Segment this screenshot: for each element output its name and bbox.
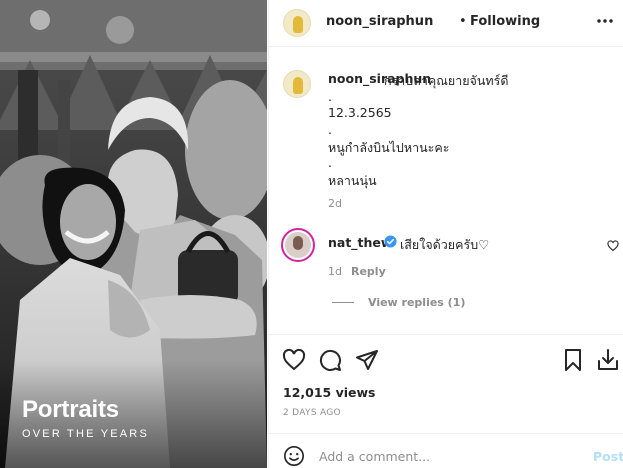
verified-badge-icon — [384, 235, 397, 248]
caption-avatar[interactable] — [283, 70, 311, 98]
commenter-username[interactable]: nat_thew — [328, 235, 392, 250]
post-date: 2 DAYS AGO — [283, 408, 341, 418]
caption-line: . — [328, 122, 332, 137]
post-header: noon_siraphun • Following — [269, 0, 623, 47]
post-comment-button[interactable]: Post — [593, 449, 623, 464]
view-replies-button[interactable]: View replies (1) — [368, 296, 465, 309]
add-comment-bar: Post — [269, 433, 623, 468]
caption-line: . — [328, 155, 332, 170]
comment-text: เสียใจด้วยครับ♡ — [400, 237, 490, 252]
caption-timestamp[interactable]: 2d — [328, 197, 342, 210]
reply-button[interactable]: Reply — [351, 265, 386, 278]
like-comment-heart-icon[interactable] — [607, 240, 619, 252]
caption-text: กราบลาคุณยายจันทร์ดี — [384, 73, 509, 88]
caption-line: 12.3.2565 — [328, 105, 392, 120]
commenter-avatar[interactable] — [281, 228, 315, 262]
bookmark-icon[interactable] — [561, 348, 585, 372]
heart-icon[interactable] — [282, 348, 306, 372]
add-comment-input[interactable] — [319, 447, 579, 465]
post-photo[interactable]: Portraits OVER THE YEARS — [0, 0, 267, 468]
post-sidebar: noon_siraphun • Following noon_siraphun … — [268, 0, 623, 468]
more-horizontal-icon[interactable] — [596, 12, 614, 30]
comment-bubble-icon[interactable] — [318, 348, 342, 372]
view-replies-divider — [332, 302, 354, 303]
author-avatar[interactable] — [283, 9, 311, 37]
share-paper-plane-icon[interactable] — [355, 348, 379, 372]
comment-timestamp[interactable]: 1d — [328, 265, 342, 278]
caption-line: . — [328, 89, 332, 104]
caption-line: หลานนุ่น — [328, 173, 377, 188]
author-username[interactable]: noon_siraphun — [326, 14, 433, 29]
watermark-title: Portraits — [22, 396, 119, 423]
watermark: Portraits OVER THE YEARS — [22, 396, 149, 440]
emoji-icon[interactable] — [283, 445, 305, 467]
caption-line: หนูกำลังบินไปหานะคะ — [328, 140, 450, 155]
following-button[interactable]: Following — [470, 14, 540, 29]
download-icon[interactable] — [596, 348, 620, 372]
views-count[interactable]: 12,015 views — [283, 385, 376, 400]
watermark-subtitle: OVER THE YEARS — [22, 428, 149, 440]
header-separator: • — [459, 14, 467, 29]
